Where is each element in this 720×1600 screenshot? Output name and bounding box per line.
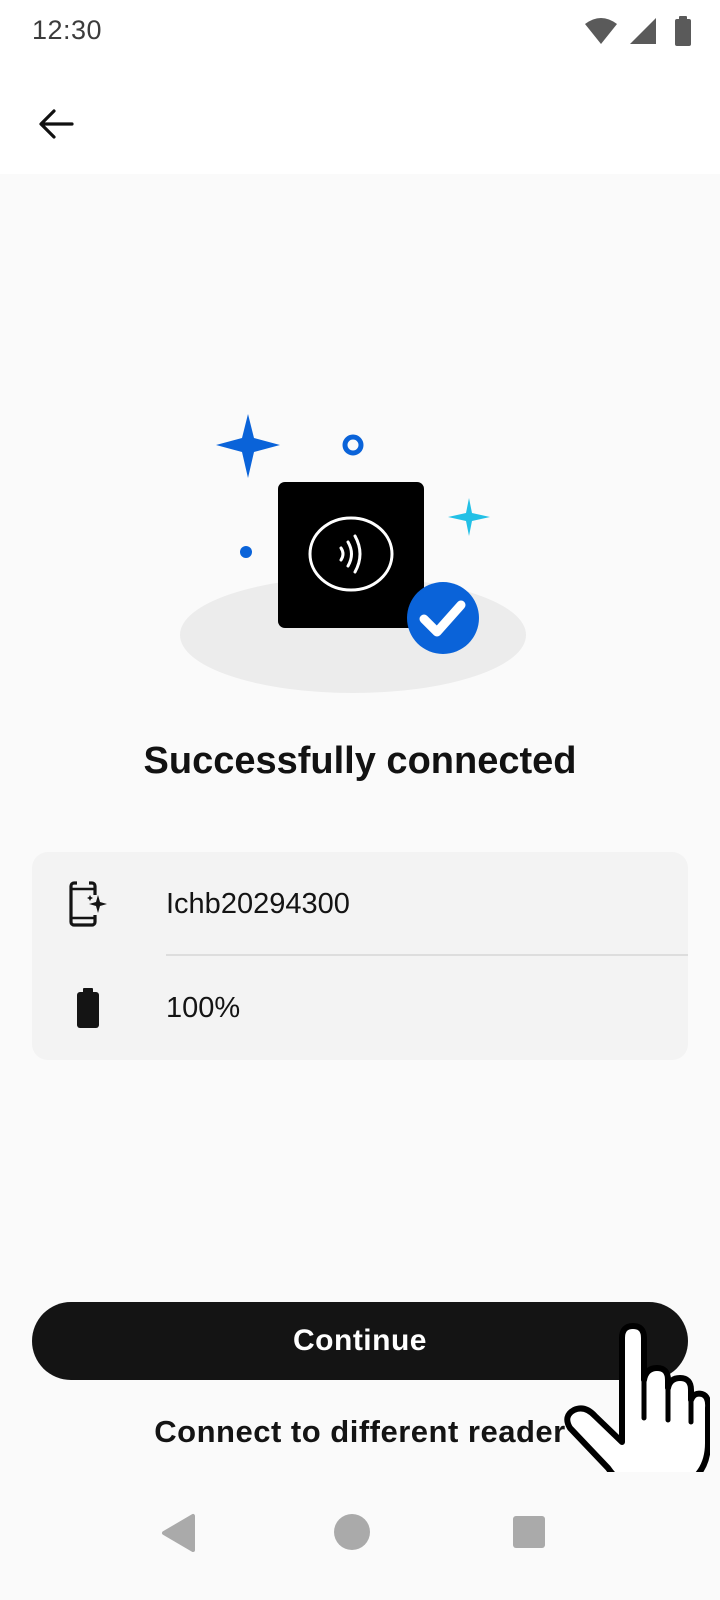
battery-level: 100% — [166, 992, 241, 1024]
arrow-left-icon — [39, 109, 74, 139]
sparkle-icon-small — [448, 498, 490, 536]
status-time: 12:30 — [32, 15, 103, 45]
cellular-signal-icon — [630, 18, 656, 44]
reader-connected-illustration — [180, 414, 526, 693]
status-bar: 12:30 — [0, 0, 720, 64]
wifi-icon — [585, 18, 617, 44]
system-nav-bar — [0, 1472, 720, 1600]
nav-recents-icon[interactable] — [499, 1502, 559, 1562]
continue-button[interactable]: Continue — [32, 1302, 688, 1380]
back-button[interactable] — [22, 90, 90, 158]
battery-icon — [675, 16, 691, 46]
top-app-bar — [0, 64, 720, 174]
sparkle-icon — [216, 414, 280, 478]
reader-info-card: Ichb20294300 100% — [32, 852, 688, 1060]
page-title: Successfully connected — [143, 740, 577, 782]
ring-dot — [342, 434, 364, 456]
nav-back-icon[interactable] — [150, 1502, 210, 1562]
battery-full-icon — [66, 984, 110, 1032]
reader-name-row: Ichb20294300 — [32, 852, 688, 956]
connect-different-reader-link[interactable]: Connect to different reader — [0, 1414, 720, 1450]
check-circle-icon — [407, 582, 479, 654]
device-sparkle-icon — [66, 880, 110, 928]
dot — [240, 546, 252, 558]
battery-row: 100% — [32, 956, 688, 1060]
nav-home-icon[interactable] — [322, 1502, 382, 1562]
card-reader-icon — [278, 482, 424, 628]
reader-name: Ichb20294300 — [166, 888, 350, 920]
